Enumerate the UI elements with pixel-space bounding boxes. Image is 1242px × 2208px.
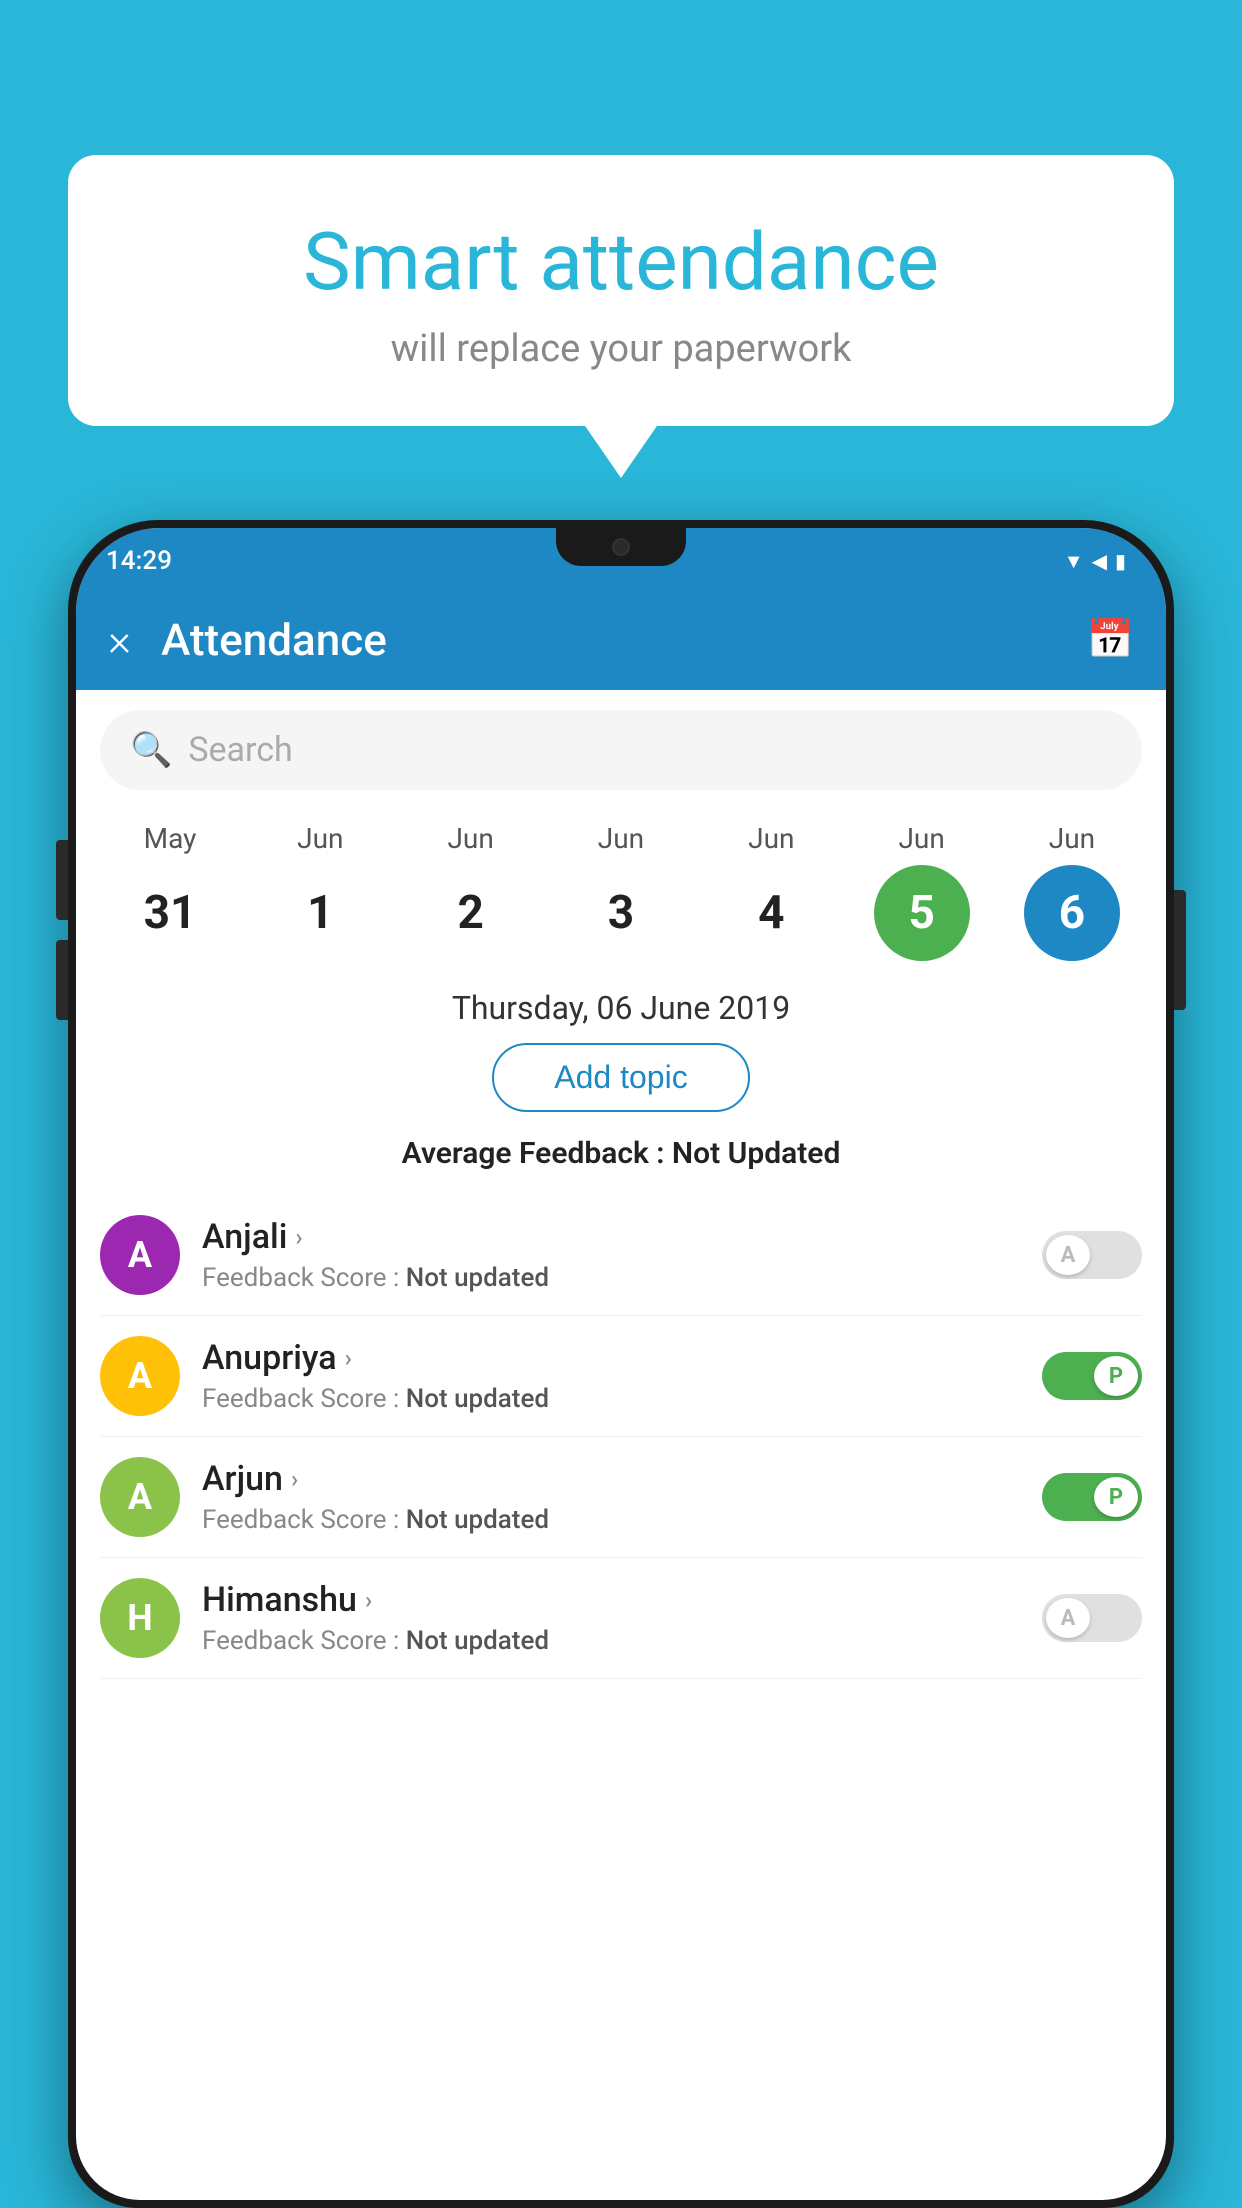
student-name-himanshu: Himanshu ›	[202, 1580, 1042, 1620]
student-list: A Anjali › Feedback Score : Not updated …	[76, 1195, 1166, 1679]
status-time: 14:29	[106, 546, 172, 576]
cal-date-4[interactable]: 4	[723, 865, 819, 961]
speech-bubble: Smart attendance will replace your paper…	[68, 155, 1174, 426]
cal-day-3[interactable]: Jun 3	[551, 822, 691, 961]
search-placeholder: Search	[188, 730, 292, 770]
cal-date-6[interactable]: 6	[1024, 865, 1120, 961]
close-button[interactable]: ×	[108, 614, 131, 666]
cal-date-5[interactable]: 5	[874, 865, 970, 961]
app-title: Attendance	[161, 614, 1087, 666]
chevron-icon: ›	[291, 1465, 298, 1493]
cal-month-3: Jun	[598, 822, 644, 855]
phone-frame: 14:29 ▼ ◀ ▮ × Attendance 📅 🔍 Search May …	[68, 520, 1174, 2208]
cal-month-2: Jun	[447, 822, 493, 855]
search-bar[interactable]: 🔍 Search	[100, 710, 1142, 790]
student-avatar-anupriya: A	[100, 1336, 180, 1416]
calendar-strip: May 31 Jun 1 Jun 2 Jun 3 Jun 4 Jun 5	[76, 810, 1166, 961]
avg-feedback-value: Not Updated	[672, 1136, 840, 1171]
student-name-arjun: Arjun ›	[202, 1459, 1042, 1499]
cal-month-1: Jun	[297, 822, 343, 855]
cal-month-4: Jun	[748, 822, 794, 855]
add-topic-button[interactable]: Add topic	[492, 1043, 749, 1112]
attendance-toggle-arjun[interactable]: P	[1042, 1473, 1142, 1521]
cal-day-0[interactable]: May 31	[100, 822, 240, 961]
cal-month-5: Jun	[898, 822, 944, 855]
wifi-icon: ▼	[1064, 549, 1084, 574]
power-button	[1174, 890, 1186, 1010]
student-name-anjali: Anjali ›	[202, 1217, 1042, 1257]
student-avatar-arjun: A	[100, 1457, 180, 1537]
average-feedback: Average Feedback : Not Updated	[76, 1136, 1166, 1171]
attendance-toggle-anupriya[interactable]: P	[1042, 1352, 1142, 1400]
attendance-toggle-anjali[interactable]: A	[1042, 1231, 1142, 1279]
volume-down-button	[56, 940, 68, 1020]
app-bar: × Attendance 📅	[76, 590, 1166, 690]
toggle-knob-anjali: A	[1046, 1235, 1090, 1275]
student-avatar-anjali: A	[100, 1215, 180, 1295]
cal-day-6[interactable]: Jun 6	[1002, 822, 1142, 961]
battery-icon: ▮	[1115, 549, 1126, 573]
cal-month-6: Jun	[1049, 822, 1095, 855]
student-avatar-himanshu: H	[100, 1578, 180, 1658]
chevron-icon: ›	[295, 1223, 302, 1251]
phone-camera	[612, 538, 630, 556]
toggle-knob-anupriya: P	[1094, 1356, 1138, 1396]
avg-feedback-label: Average Feedback :	[402, 1136, 665, 1171]
cal-month-0: May	[144, 822, 197, 855]
selected-date: Thursday, 06 June 2019	[76, 961, 1166, 1043]
student-item-anjali[interactable]: A Anjali › Feedback Score : Not updated …	[100, 1195, 1142, 1316]
cal-day-5[interactable]: Jun 5	[852, 822, 992, 961]
student-info-anupriya: Anupriya › Feedback Score : Not updated	[202, 1338, 1042, 1414]
search-icon: 🔍	[130, 730, 172, 770]
student-name-anupriya: Anupriya ›	[202, 1338, 1042, 1378]
student-score-himanshu: Feedback Score : Not updated	[202, 1626, 1042, 1656]
student-item-arjun[interactable]: A Arjun › Feedback Score : Not updated P	[100, 1437, 1142, 1558]
student-score-anjali: Feedback Score : Not updated	[202, 1263, 1042, 1293]
cal-date-0[interactable]: 31	[122, 865, 218, 961]
student-item-himanshu[interactable]: H Himanshu › Feedback Score : Not update…	[100, 1558, 1142, 1679]
student-score-arjun: Feedback Score : Not updated	[202, 1505, 1042, 1535]
chevron-icon: ›	[365, 1586, 372, 1614]
cal-day-2[interactable]: Jun 2	[401, 822, 541, 961]
add-topic-container: Add topic	[76, 1043, 1166, 1112]
toggle-knob-arjun: P	[1094, 1477, 1138, 1517]
phone-notch	[556, 528, 686, 566]
student-info-arjun: Arjun › Feedback Score : Not updated	[202, 1459, 1042, 1535]
cal-date-3[interactable]: 3	[573, 865, 669, 961]
speech-bubble-container: Smart attendance will replace your paper…	[68, 155, 1174, 426]
toggle-knob-himanshu: A	[1046, 1598, 1090, 1638]
calendar-icon[interactable]: 📅	[1087, 618, 1134, 662]
bubble-title: Smart attendance	[128, 215, 1114, 309]
cal-day-4[interactable]: Jun 4	[701, 822, 841, 961]
cal-day-1[interactable]: Jun 1	[250, 822, 390, 961]
status-icons: ▼ ◀ ▮	[1064, 549, 1126, 574]
attendance-toggle-himanshu[interactable]: A	[1042, 1594, 1142, 1642]
student-score-anupriya: Feedback Score : Not updated	[202, 1384, 1042, 1414]
student-info-himanshu: Himanshu › Feedback Score : Not updated	[202, 1580, 1042, 1656]
student-info-anjali: Anjali › Feedback Score : Not updated	[202, 1217, 1042, 1293]
chevron-icon: ›	[345, 1344, 352, 1372]
bubble-subtitle: will replace your paperwork	[128, 327, 1114, 371]
cal-date-1[interactable]: 1	[272, 865, 368, 961]
volume-up-button	[56, 840, 68, 920]
signal-icon: ◀	[1092, 549, 1107, 573]
student-item-anupriya[interactable]: A Anupriya › Feedback Score : Not update…	[100, 1316, 1142, 1437]
phone-screen: 14:29 ▼ ◀ ▮ × Attendance 📅 🔍 Search May …	[76, 528, 1166, 2200]
cal-date-2[interactable]: 2	[423, 865, 519, 961]
